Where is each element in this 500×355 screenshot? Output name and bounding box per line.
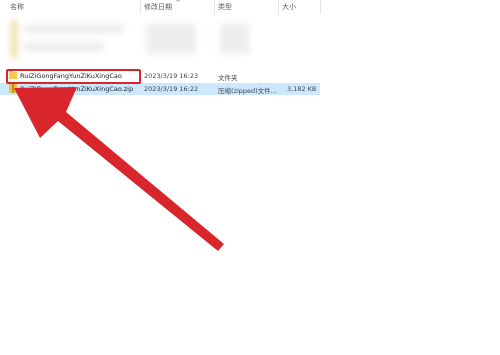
blurred-text <box>24 24 124 34</box>
file-type: 压缩(zipped)文件... <box>218 87 277 95</box>
blurred-text <box>146 24 196 54</box>
column-divider[interactable] <box>320 0 321 14</box>
column-header-name[interactable]: 名称 <box>10 2 24 12</box>
file-type: 文件夹 <box>218 74 238 82</box>
file-size: 3,182 KB <box>287 85 317 93</box>
column-header-size[interactable]: 大小 <box>282 2 296 12</box>
column-divider[interactable] <box>140 0 141 14</box>
column-header-type[interactable]: 类型 <box>218 2 232 12</box>
file-modified: 2023/3/19 16:23 <box>144 72 199 80</box>
column-header-modified[interactable]: 修改日期 <box>144 2 172 12</box>
blurred-content <box>10 18 310 62</box>
column-divider[interactable] <box>214 0 215 14</box>
column-divider[interactable] <box>278 0 279 14</box>
annotation-highlight-box <box>6 69 141 84</box>
zip-file-icon <box>9 84 17 93</box>
sort-ascending-icon: ^ <box>175 0 181 7</box>
blurred-folder-icon <box>10 20 18 58</box>
file-name[interactable]: RuiZiGongFangYunZiKuXingCao.zip <box>20 85 133 93</box>
column-header-bar: 名称 ^ 修改日期 类型 大小 <box>0 0 500 14</box>
file-modified: 2023/3/19 16:22 <box>144 85 199 93</box>
blurred-text <box>220 24 250 54</box>
file-row-zip[interactable]: RuiZiGongFangYunZiKuXingCao.zip 2023/3/1… <box>0 83 320 95</box>
blurred-text <box>24 42 104 52</box>
